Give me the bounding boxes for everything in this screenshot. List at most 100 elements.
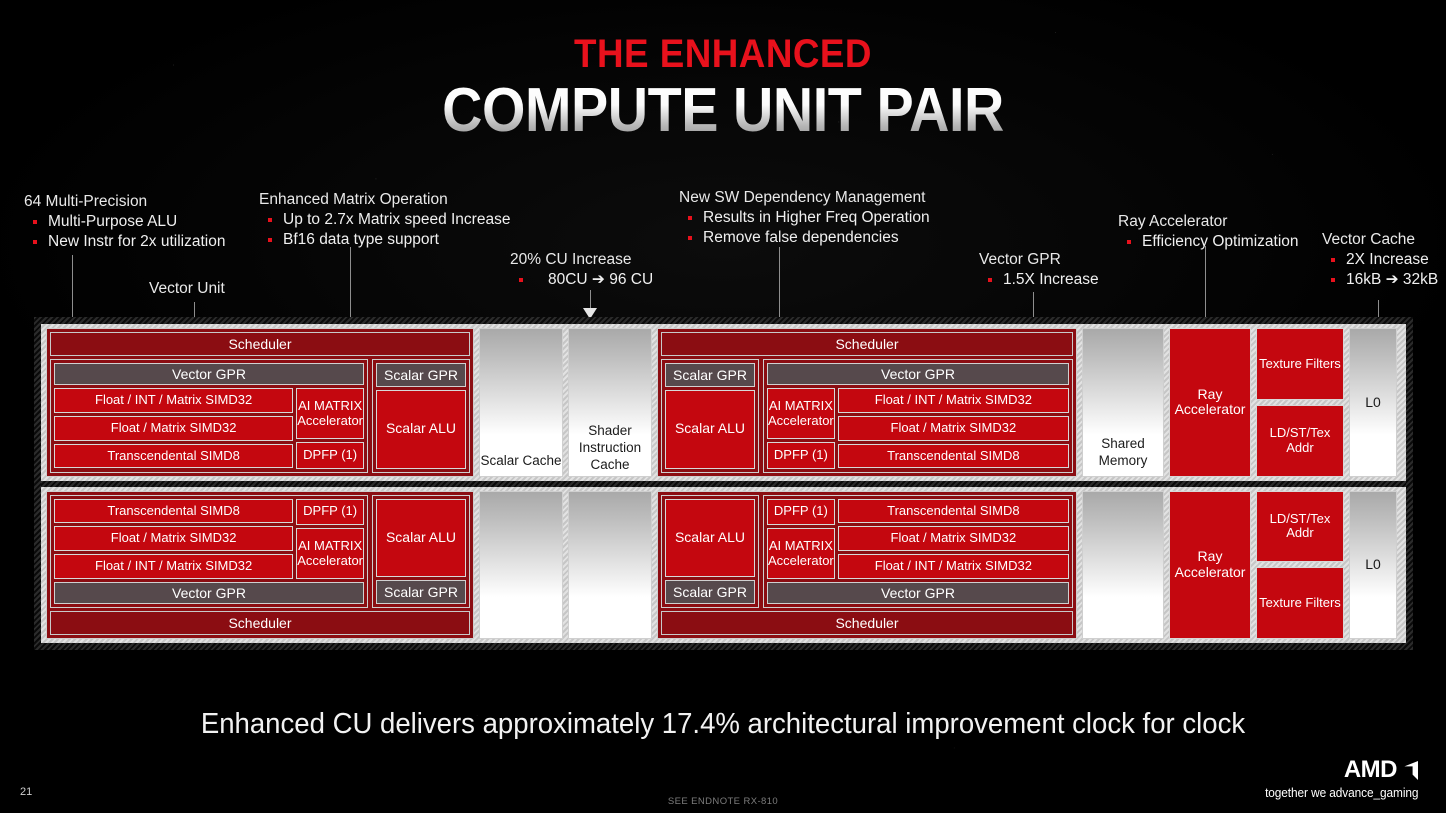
texture-column-bottom: LD/ST/Tex Addr Texture Filters: [1256, 490, 1344, 639]
scalar-cache-block: Scalar Cache: [479, 328, 563, 477]
simd-transcendental-block: Transcendental SIMD8: [54, 498, 294, 524]
scalar-alu-block: Scalar ALU: [665, 498, 755, 577]
dpfp-block: DPFP (1): [767, 498, 835, 525]
simd-float-int-block: Float / INT / Matrix SIMD32: [837, 554, 1069, 579]
scalar-column: Scalar ALU Scalar GPR: [661, 494, 759, 608]
callout-head: Enhanced Matrix Operation: [259, 191, 448, 208]
cu-body: Vector GPR Float / INT / Matrix SIMD32 F…: [50, 359, 470, 473]
ai-matrix-accelerator-block: AI MATRIX Accelerator: [296, 528, 364, 579]
callout-bullet: Bf16 data type support: [259, 230, 510, 250]
cu-top-left: Scheduler Vector GPR Float / INT / Matri…: [46, 328, 474, 477]
amd-tagline: together we advance_gaming: [1264, 786, 1418, 800]
simd-float-block: Float / Matrix SIMD32: [837, 526, 1069, 552]
callout-bullets: Efficiency Optimization: [1118, 232, 1299, 252]
callout-bullets: 2X Increase 16kB ➔ 32kB: [1322, 250, 1438, 291]
shader-instruction-cache-lower: [568, 490, 652, 639]
callout-matrix-operation: Enhanced Matrix Operation Up to 2.7x Mat…: [259, 190, 510, 251]
simd-float-block: Float / Matrix SIMD32: [54, 415, 294, 441]
cu-bottom-left: Transcendental SIMD8 Float / Matrix SIMD…: [46, 490, 474, 639]
simd-stack: Float / INT / Matrix SIMD32 Float / Matr…: [837, 388, 1069, 469]
callout-bullets: 80CU ➔ 96 CU: [510, 270, 653, 290]
ray-accelerator-block: Ray Accelerator: [1169, 328, 1251, 477]
callout-bullet: 16kB ➔ 32kB: [1322, 270, 1438, 290]
scalar-column: Scalar GPR Scalar ALU: [661, 359, 759, 473]
callout-bullet: Efficiency Optimization: [1118, 232, 1299, 252]
simd-stack: Transcendental SIMD8 Float / Matrix SIMD…: [54, 498, 294, 580]
diagram-inner-frame: Scheduler Vector GPR Float / INT / Matri…: [41, 324, 1406, 643]
scheduler-block: Scheduler: [661, 332, 1073, 356]
callout-bullets: Results in Higher Freq Operation Remove …: [679, 208, 930, 249]
footer-tagline: Enhanced CU delivers approximately 17.4%…: [200, 708, 1246, 740]
scheduler-block: Scheduler: [661, 611, 1073, 635]
ldst-tex-addr-block: LD/ST/Tex Addr: [1256, 490, 1344, 563]
vector-gpr-block: Vector GPR: [54, 582, 364, 604]
callout-bullets: 1.5X Increase: [979, 270, 1099, 290]
cu-body: Transcendental SIMD8 Float / Matrix SIMD…: [50, 494, 470, 608]
amd-logo: AMD together we advance_gaming: [1257, 758, 1418, 801]
callout-bullet: Up to 2.7x Matrix speed Increase: [259, 210, 510, 230]
title-block: THE ENHANCED COMPUTE UNIT PAIR: [0, 34, 1446, 142]
callout-multi-precision: 64 Multi-Precision Multi-Purpose ALU New…: [24, 192, 225, 253]
dpfp-block: DPFP (1): [296, 498, 364, 525]
scalar-cache-lower: [479, 490, 563, 639]
ray-accelerator-block: Ray Accelerator: [1169, 490, 1251, 639]
callout-head: 64 Multi-Precision: [24, 193, 148, 210]
title-line-2: COMPUTE UNIT PAIR: [72, 80, 1373, 142]
simd-float-int-block: Float / INT / Matrix SIMD32: [54, 388, 294, 413]
callout-head: Vector GPR: [979, 251, 1061, 268]
simd-transcendental-block: Transcendental SIMD8: [54, 443, 294, 469]
slide-background: THE ENHANCED COMPUTE UNIT PAIR 64 Multi-…: [0, 0, 1446, 813]
ai-matrix-accelerator-block: AI MATRIX Accelerator: [767, 528, 835, 579]
simd-stack: Float / INT / Matrix SIMD32 Float / Matr…: [54, 388, 294, 469]
matrix-stack: DPFP (1) AI MATRIX Accelerator: [296, 498, 364, 579]
diagram-bottom-half: Transcendental SIMD8 Float / Matrix SIMD…: [41, 487, 1406, 644]
vector-column: Vector GPR Float / INT / Matrix SIMD32 F…: [50, 359, 368, 473]
matrix-stack: AI MATRIX Accelerator DPFP (1): [767, 388, 835, 469]
simd-transcendental-block: Transcendental SIMD8: [837, 498, 1069, 524]
callout-bullet: 2X Increase: [1322, 250, 1438, 270]
simd-float-int-block: Float / INT / Matrix SIMD32: [54, 554, 294, 579]
scalar-gpr-block: Scalar GPR: [376, 580, 466, 604]
shared-memory-block: Shared Memory: [1082, 328, 1164, 477]
callout-vector-gpr: Vector GPR 1.5X Increase: [979, 250, 1099, 290]
callout-bullets: Multi-Purpose ALU New Instr for 2x utili…: [24, 212, 225, 253]
label-vector-unit: Vector Unit: [149, 279, 225, 299]
callout-head: New SW Dependency Management: [679, 189, 926, 206]
title-line-1: THE ENHANCED: [574, 32, 872, 76]
compute-unit-pair-diagram: Scheduler Vector GPR Float / INT / Matri…: [34, 317, 1413, 650]
vector-column: Transcendental SIMD8 Float / Matrix SIMD…: [50, 494, 368, 608]
ai-matrix-accelerator-block: AI MATRIX Accelerator: [296, 388, 364, 439]
simd-row: DPFP (1) AI MATRIX Accelerator Transcend…: [767, 498, 1069, 579]
shared-memory-lower: [1082, 490, 1164, 639]
callout-cu-increase: 20% CU Increase 80CU ➔ 96 CU: [510, 250, 653, 290]
callout-head: 20% CU Increase: [510, 251, 632, 268]
callout-bullet: 80CU ➔ 96 CU: [510, 270, 653, 290]
amd-arrow-icon: [1399, 760, 1418, 780]
ai-matrix-accelerator-block: AI MATRIX Accelerator: [767, 388, 835, 439]
callout-bullet: Remove false dependencies: [679, 228, 930, 248]
amd-wordmark: AMD: [1257, 758, 1418, 782]
cu-body: Scalar GPR Scalar ALU Vector GPR AI MATR…: [661, 359, 1073, 473]
matrix-stack: DPFP (1) AI MATRIX Accelerator: [767, 498, 835, 579]
callout-bullets: Up to 2.7x Matrix speed Increase Bf16 da…: [259, 210, 510, 251]
ldst-tex-addr-block: LD/ST/Tex Addr: [1256, 404, 1344, 477]
callout-head: Vector Cache: [1322, 231, 1416, 248]
vector-unit-text: Vector Unit: [149, 280, 225, 297]
simd-row: AI MATRIX Accelerator DPFP (1) Float / I…: [767, 388, 1069, 469]
cu-bottom-right: Scalar ALU Scalar GPR DPFP (1) AI MATRIX…: [657, 490, 1077, 639]
callout-head: Ray Accelerator: [1118, 213, 1228, 230]
scheduler-block: Scheduler: [50, 611, 470, 635]
vector-gpr-block: Vector GPR: [767, 582, 1069, 604]
callout-bullet: New Instr for 2x utilization: [24, 232, 225, 252]
texture-column-top: Texture Filters LD/ST/Tex Addr: [1256, 328, 1344, 477]
matrix-stack: AI MATRIX Accelerator DPFP (1): [296, 388, 364, 469]
l0-cache-block: L0: [1349, 490, 1397, 639]
scalar-gpr-block: Scalar GPR: [665, 580, 755, 604]
scalar-gpr-block: Scalar GPR: [376, 363, 466, 387]
scalar-column: Scalar GPR Scalar ALU: [372, 359, 470, 473]
texture-filters-block: Texture Filters: [1256, 567, 1344, 639]
scheduler-block: Scheduler: [50, 332, 470, 356]
endnote-reference: SEE ENDNOTE RX-810: [667, 796, 779, 807]
vector-gpr-block: Vector GPR: [54, 363, 364, 385]
amd-wordmark-text: AMD: [1343, 756, 1398, 783]
